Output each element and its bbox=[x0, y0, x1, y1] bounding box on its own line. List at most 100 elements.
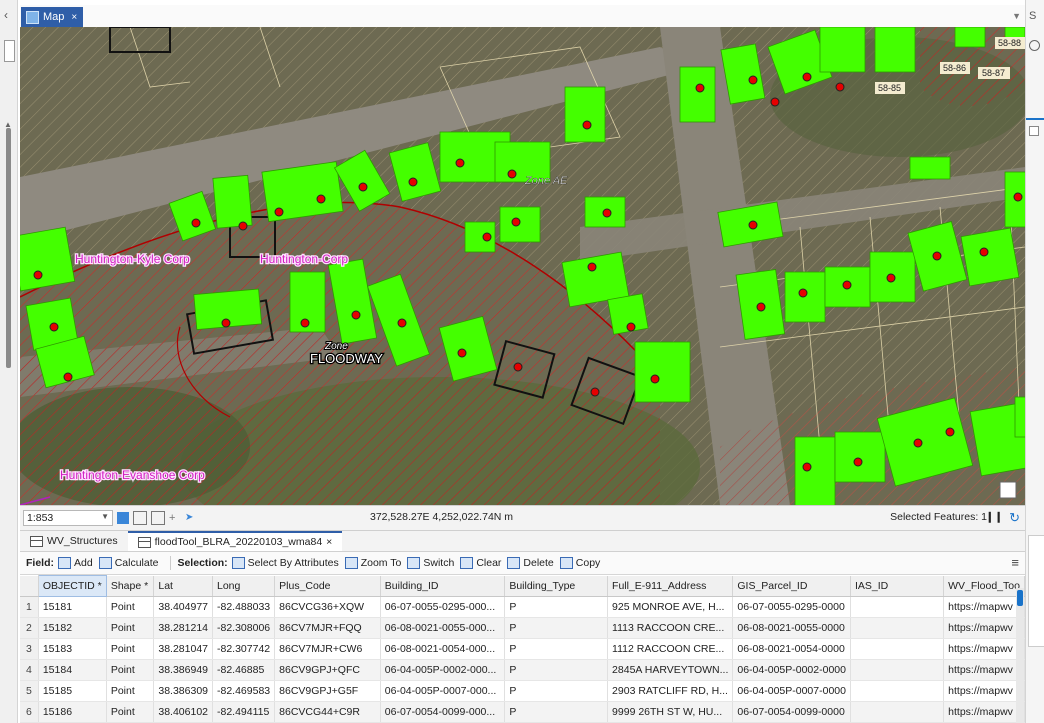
copy-button[interactable]: Copy bbox=[559, 557, 600, 569]
table-cell[interactable]: 38.404977 bbox=[153, 596, 213, 618]
map-canvas[interactable]: 58-86 58-87 58-85 58-88 Zone AE FLOODWAY… bbox=[20, 27, 1025, 505]
close-icon[interactable]: × bbox=[71, 12, 77, 23]
delete-button[interactable]: Delete bbox=[507, 557, 554, 569]
table-cell[interactable]: P bbox=[504, 596, 609, 618]
table-cell[interactable]: -82.469583 bbox=[212, 680, 276, 702]
right-panel-tab[interactable]: S bbox=[1029, 10, 1036, 22]
table-cell[interactable]: 86CVCG44+C9R bbox=[274, 701, 381, 723]
table-icon[interactable] bbox=[151, 511, 165, 525]
navigate-icon[interactable]: ➤ bbox=[185, 512, 197, 524]
overview-icon[interactable] bbox=[999, 481, 1017, 499]
calculate-button[interactable]: Calculate bbox=[98, 557, 158, 569]
column-header[interactable]: Lat bbox=[153, 575, 213, 597]
table-cell[interactable]: 06-04-005P-0007-000... bbox=[380, 680, 506, 702]
tab-floodtool[interactable]: floodTool_BLRA_20220103_wma84 × bbox=[127, 531, 343, 551]
table-cell[interactable]: 9999 26TH ST W, HU... bbox=[607, 701, 734, 723]
table-row[interactable]: 1 15181 Point 38.404977 -82.488033 86CVCG36+X… bbox=[20, 596, 1025, 618]
add-field-button[interactable]: Add bbox=[58, 557, 93, 569]
table-cell[interactable]: 06-08-0021-0055-0000 bbox=[732, 617, 851, 639]
table-cell[interactable]: 06-08-0021-0054-0000 bbox=[732, 638, 851, 660]
row-number[interactable]: 6 bbox=[20, 701, 39, 723]
table-cell[interactable]: https://mapwv bbox=[943, 701, 1025, 723]
table-cell[interactable]: P bbox=[504, 680, 609, 702]
column-header[interactable]: GIS_Parcel_ID bbox=[732, 575, 851, 597]
left-panel-handle[interactable] bbox=[4, 40, 15, 62]
table-cell[interactable] bbox=[850, 596, 945, 618]
table-cell[interactable] bbox=[850, 659, 945, 681]
table-row[interactable]: 2 15182 Point 38.281214 -82.308006 86CV7MJR+F… bbox=[20, 617, 1025, 639]
table-cell[interactable]: 06-07-0055-0295-000... bbox=[380, 596, 506, 618]
zoom-to-button[interactable]: Zoom To bbox=[344, 557, 401, 569]
table-cell[interactable]: -82.308006 bbox=[212, 617, 276, 639]
column-header[interactable]: Building_Type bbox=[504, 575, 609, 597]
table-cell[interactable]: Point bbox=[106, 659, 155, 681]
menu-icon[interactable]: ≡ bbox=[1011, 555, 1019, 570]
table-row[interactable]: 6 15186 Point 38.406102 -82.494115 86CVCG44+C… bbox=[20, 701, 1025, 723]
table-cell[interactable]: P bbox=[504, 701, 609, 723]
table-cell[interactable]: 06-08-0021-0055-000... bbox=[380, 617, 506, 639]
table-cell[interactable]: Point bbox=[106, 638, 155, 660]
table-cell[interactable]: 06-08-0021-0054-000... bbox=[380, 638, 506, 660]
table-cell[interactable]: Point bbox=[106, 701, 155, 723]
table-cell[interactable] bbox=[850, 701, 945, 723]
table-cell[interactable]: 15183 bbox=[38, 638, 107, 660]
table-cell[interactable] bbox=[850, 617, 945, 639]
map-view[interactable]: 58-86 58-87 58-85 58-88 Zone AE FLOODWAY… bbox=[20, 27, 1025, 505]
table-cell[interactable]: https://mapwv bbox=[943, 638, 1025, 660]
checkbox[interactable] bbox=[1029, 126, 1039, 136]
table-cell[interactable]: 15181 bbox=[38, 596, 107, 618]
table-cell[interactable]: 86CV9GPJ+G5F bbox=[274, 680, 381, 702]
table-cell[interactable] bbox=[850, 680, 945, 702]
column-header[interactable]: Shape * bbox=[106, 575, 155, 597]
table-cell[interactable]: P bbox=[504, 659, 609, 681]
snapping-icon[interactable] bbox=[133, 511, 147, 525]
clear-button[interactable]: Clear bbox=[460, 557, 501, 569]
scale-dropdown[interactable]: 1:853 ▼ bbox=[23, 510, 113, 526]
table-cell[interactable]: 1113 RACCOON CRE... bbox=[607, 617, 734, 639]
table-cell[interactable]: 86CV9GPJ+QFC bbox=[274, 659, 381, 681]
table-cell[interactable]: 86CVCG36+XQW bbox=[274, 596, 381, 618]
table-cell[interactable]: 38.386949 bbox=[153, 659, 213, 681]
table-row[interactable]: 3 15183 Point 38.281047 -82.307742 86CV7MJR+C… bbox=[20, 638, 1025, 660]
table-cell[interactable]: 15182 bbox=[38, 617, 107, 639]
close-icon[interactable]: × bbox=[326, 536, 332, 548]
table-cell[interactable]: -82.488033 bbox=[212, 596, 276, 618]
table-cell[interactable]: 1112 RACCOON CRE... bbox=[607, 638, 734, 660]
table-cell[interactable]: 06-07-0054-0099-0000 bbox=[732, 701, 851, 723]
row-number[interactable]: 4 bbox=[20, 659, 39, 681]
table-scrollbar[interactable] bbox=[1016, 588, 1024, 723]
table-cell[interactable]: 15185 bbox=[38, 680, 107, 702]
refresh-icon[interactable]: ↻ bbox=[1009, 510, 1020, 526]
table-cell[interactable]: 86CV7MJR+FQQ bbox=[274, 617, 381, 639]
column-header[interactable]: Long bbox=[212, 575, 276, 597]
table-cell[interactable]: https://mapwv bbox=[943, 617, 1025, 639]
table-cell[interactable]: P bbox=[504, 638, 609, 660]
table-cell[interactable]: 06-04-005P-0002-000... bbox=[380, 659, 506, 681]
switch-button[interactable]: Switch bbox=[407, 557, 454, 569]
column-header[interactable]: IAS_ID bbox=[850, 575, 945, 597]
table-cell[interactable]: 15184 bbox=[38, 659, 107, 681]
table-cell[interactable]: Point bbox=[106, 617, 155, 639]
column-header[interactable]: Full_E-911_Address bbox=[607, 575, 734, 597]
chevron-left-icon[interactable]: ‹ bbox=[4, 8, 8, 22]
selected-features[interactable]: Selected Features: 1 bbox=[890, 511, 987, 523]
table-cell[interactable]: 86CV7MJR+CW6 bbox=[274, 638, 381, 660]
table-cell[interactable]: https://mapwv bbox=[943, 596, 1025, 618]
table-cell[interactable] bbox=[850, 638, 945, 660]
select-all-corner[interactable] bbox=[20, 575, 39, 597]
row-number[interactable]: 3 bbox=[20, 638, 39, 660]
table-cell[interactable]: 38.386309 bbox=[153, 680, 213, 702]
column-header[interactable]: WV_Flood_Too bbox=[943, 575, 1025, 597]
scrollbar-thumb[interactable] bbox=[1017, 590, 1023, 606]
table-row[interactable]: 4 15184 Point 38.386949 -82.46885 86CV9GPJ+QF… bbox=[20, 659, 1025, 681]
table-cell[interactable]: https://mapwv bbox=[943, 659, 1025, 681]
table-cell[interactable]: -82.494115 bbox=[212, 701, 276, 723]
chevron-down-icon[interactable]: ▼ bbox=[1012, 11, 1021, 21]
table-cell[interactable]: 38.406102 bbox=[153, 701, 213, 723]
grid-icon[interactable] bbox=[117, 512, 129, 524]
table-cell[interactable]: 15186 bbox=[38, 701, 107, 723]
table-cell[interactable]: https://mapwv bbox=[943, 680, 1025, 702]
table-cell[interactable]: P bbox=[504, 617, 609, 639]
tab-map[interactable]: Map × bbox=[21, 7, 83, 27]
table-cell[interactable]: Point bbox=[106, 596, 155, 618]
